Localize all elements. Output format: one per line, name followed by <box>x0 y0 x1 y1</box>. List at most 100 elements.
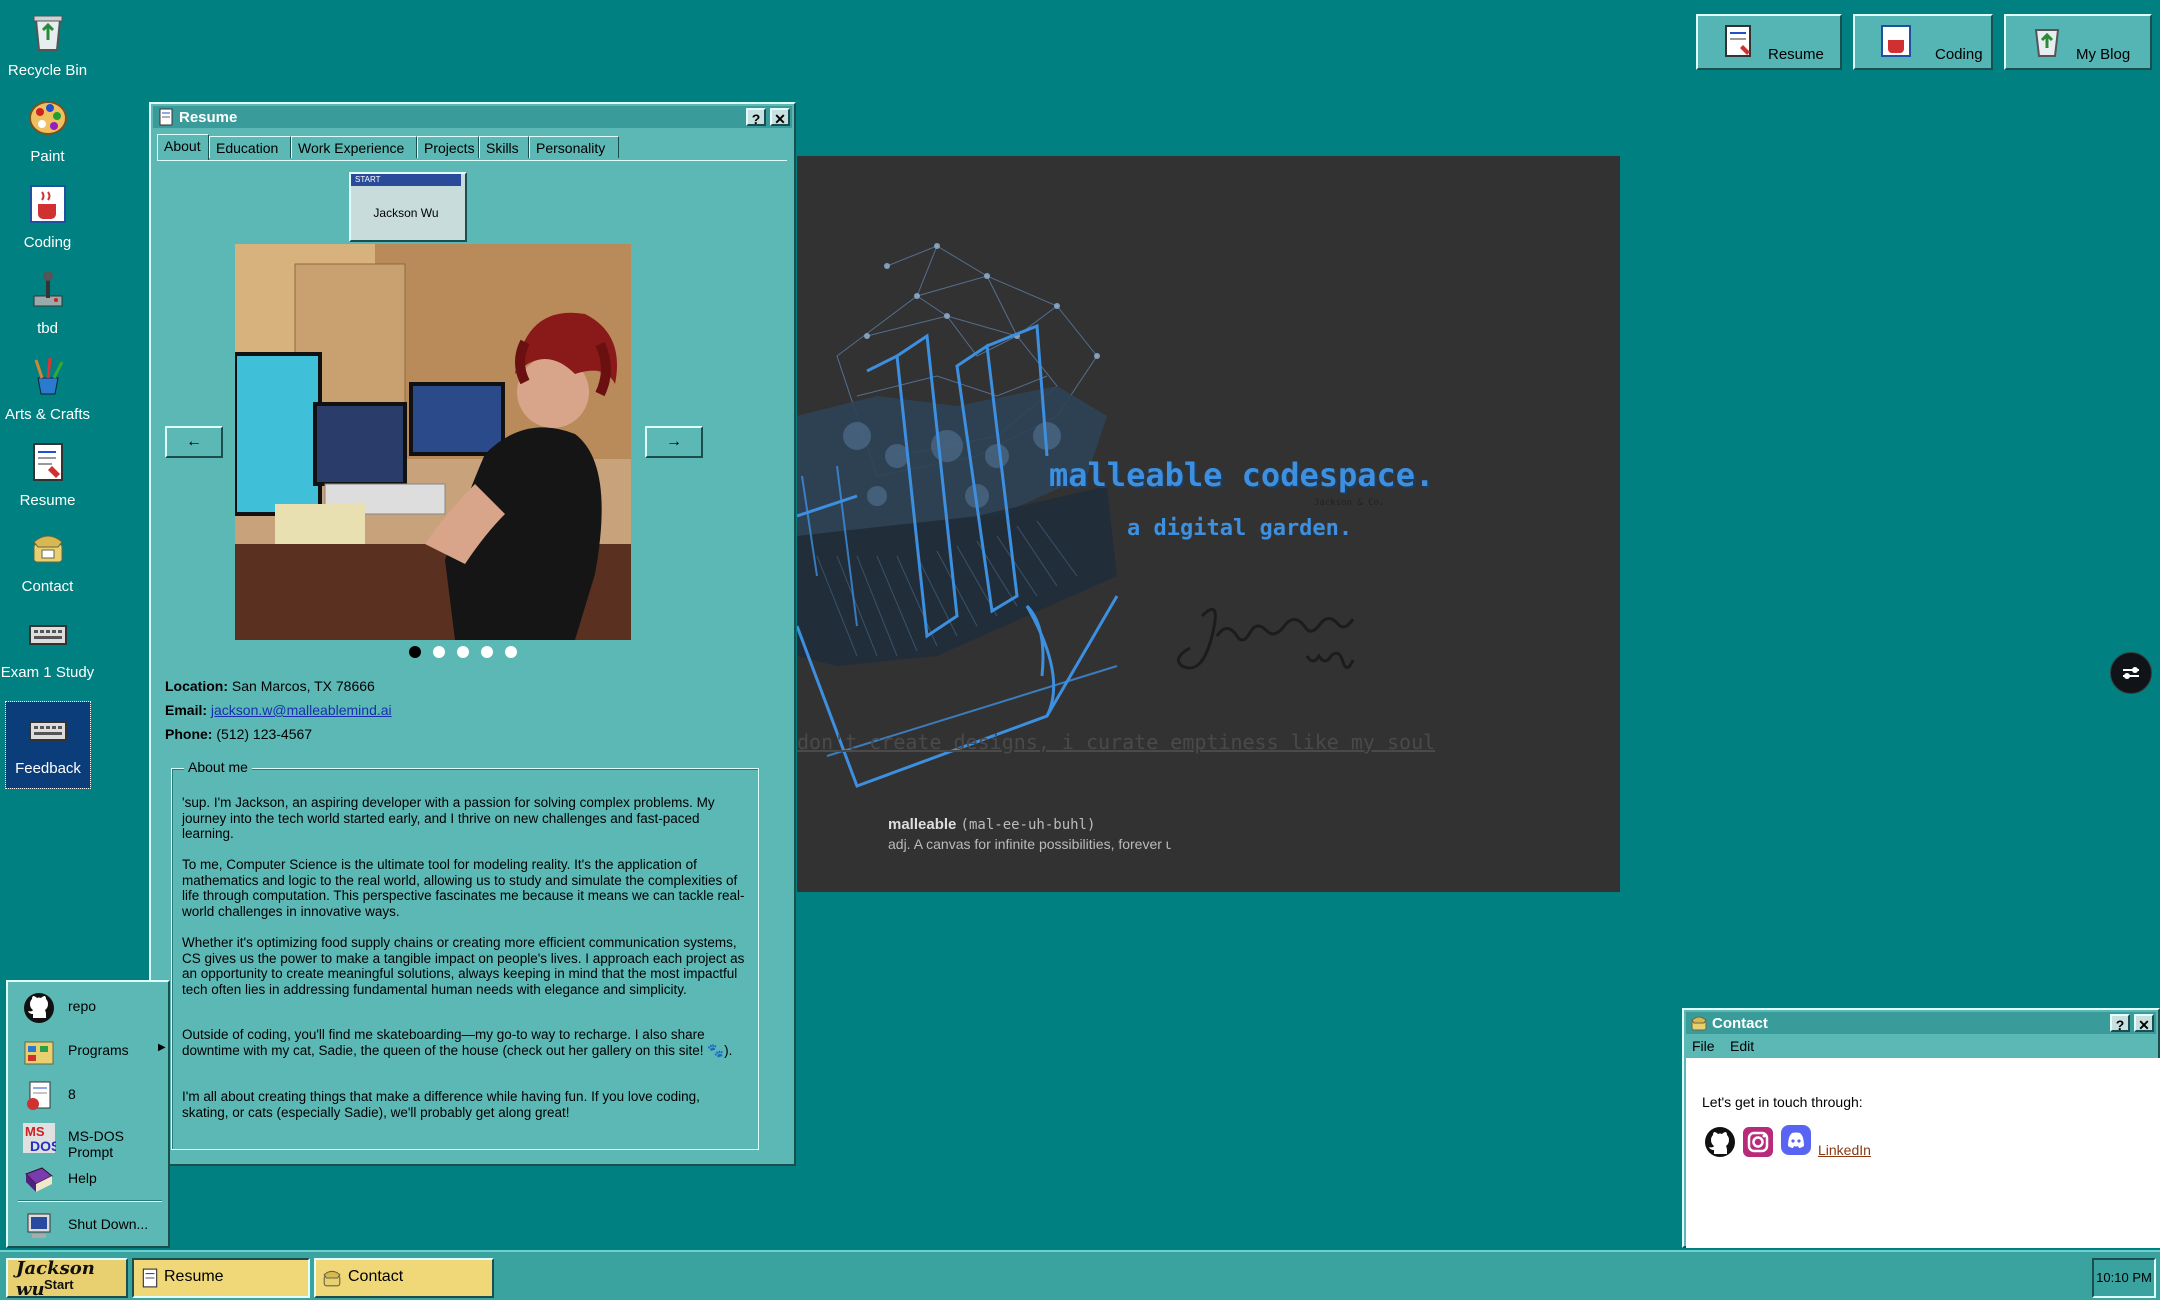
paint-palette-icon <box>28 101 67 135</box>
start-item-help[interactable]: Help <box>16 1158 166 1198</box>
resume-help-button[interactable]: ? <box>746 108 766 127</box>
start-item-label: Programs <box>68 1042 129 1058</box>
tab-about[interactable]: About <box>157 134 209 160</box>
carousel-dot-1[interactable] <box>409 646 421 658</box>
tab-projects[interactable]: Projects <box>417 136 479 158</box>
carousel-dot-4[interactable] <box>481 646 493 658</box>
profile-photo <box>235 244 631 640</box>
taskbar-contact-label: Contact <box>348 1268 404 1285</box>
desktop-icon-arts-crafts[interactable]: Arts & Crafts <box>0 348 95 428</box>
photo-prev-button[interactable]: ← <box>165 426 223 458</box>
location-row: Location: San Marcos, TX 78666 <box>165 678 375 694</box>
quick-launch-resume[interactable]: Resume <box>1696 14 1842 70</box>
submenu-arrow-icon: ▶ <box>158 1042 166 1053</box>
hero-tagline: don't create designs, i curate emptiness… <box>797 730 1436 754</box>
desktop-icon-coding[interactable]: Coding <box>0 176 95 256</box>
tab-skills[interactable]: Skills <box>479 136 529 158</box>
desktop-icon-paint[interactable]: Paint <box>0 90 95 170</box>
github-icon[interactable] <box>1704 1126 1736 1158</box>
svg-text:MS: MS <box>25 1124 45 1139</box>
name-card-titlebar: START <box>351 174 461 186</box>
hero-panel: malleable codespace. Jackson & Co. a dig… <box>797 156 1620 892</box>
start-item-msdos[interactable]: MS DOS MS-DOS Prompt <box>16 1116 166 1160</box>
carousel-dot-3[interactable] <box>457 646 469 658</box>
contact-titlebar[interactable]: Contact ? ✕ <box>1686 1012 2156 1034</box>
hero-word: malleable <box>888 816 957 833</box>
contact-body: Let's get in touch through: LinkedIn <box>1686 1058 2160 1248</box>
coding-cup-icon <box>1881 25 1911 57</box>
joystick-icon <box>33 271 62 307</box>
document-icon <box>142 1268 158 1288</box>
desktop-icon-exam-study[interactable]: Exam 1 Study <box>0 606 95 686</box>
about-me-fieldset: About me 'sup. I'm Jackson, an aspiring … <box>171 759 759 1150</box>
github-icon <box>24 993 54 1023</box>
desktop-icon-feedback[interactable]: Feedback <box>5 701 91 789</box>
hero-subtitle: a digital garden. <box>1127 516 1353 541</box>
floating-settings-button[interactable] <box>2110 652 2152 694</box>
start-menu-separator <box>18 1200 162 1202</box>
name-card: START Jackson Wu <box>349 172 467 242</box>
start-item-programs[interactable]: Programs ▶ <box>16 1030 166 1070</box>
keyboard-icon <box>29 721 67 741</box>
discord-icon[interactable] <box>1780 1124 1812 1156</box>
contact-menu-file[interactable]: File <box>1692 1038 1715 1054</box>
quick-launch-my-blog[interactable]: My Blog <box>2004 14 2152 70</box>
start-item-label: Shut Down... <box>68 1216 149 1232</box>
documents-icon <box>27 1081 51 1110</box>
taskbar-resume[interactable]: Resume <box>132 1258 310 1298</box>
tab-divider <box>157 160 787 161</box>
carousel-dot-2[interactable] <box>433 646 445 658</box>
carousel-dot-5[interactable] <box>505 646 517 658</box>
hero-definition-word: malleable (mal-ee-uh-buhl) <box>888 816 1095 833</box>
desktop-icon-contact[interactable]: Contact <box>0 520 95 600</box>
phone-icon <box>323 1270 341 1287</box>
sliders-icon <box>2123 667 2139 679</box>
hero-small-caption: Jackson & Co. <box>1314 498 1385 508</box>
programs-folder-icon <box>24 1041 54 1065</box>
hero-definition: adj. A canvas for infinite possibilities… <box>888 836 1171 852</box>
help-book-icon <box>25 1167 53 1192</box>
start-item-label: repo <box>68 998 97 1014</box>
phone-value: (512) 123-4567 <box>216 726 313 742</box>
photo-next-button[interactable]: → <box>645 426 703 458</box>
about-paragraph-2: To me, Computer Science is the ultimate … <box>182 857 745 919</box>
email-link[interactable]: jackson.w@malleablemind.ai <box>211 702 392 718</box>
linkedin-link[interactable]: LinkedIn <box>1818 1142 1871 1158</box>
instagram-icon[interactable] <box>1742 1126 1774 1158</box>
desktop-icon-resume[interactable]: Resume <box>0 434 95 514</box>
phone-icon <box>1691 1016 1707 1031</box>
recycle-bin-icon <box>2034 29 2060 57</box>
resume-titlebar[interactable]: Resume ? ✕ <box>153 106 792 128</box>
tab-personality[interactable]: Personality <box>529 136 619 158</box>
phone-icon <box>32 535 63 563</box>
taskbar-contact[interactable]: Contact <box>314 1258 494 1298</box>
start-button[interactable]: Jackson wu Start <box>6 1258 128 1300</box>
keyboard-icon <box>28 625 67 645</box>
resume-title: Resume <box>179 109 238 126</box>
quick-launch-coding[interactable]: Coding <box>1853 14 1993 70</box>
coding-cup-icon <box>29 185 66 223</box>
contact-intro: Let's get in touch through: <box>1702 1094 1863 1110</box>
desktop-icon-tbd[interactable]: tbd <box>0 262 95 342</box>
resume-close-button[interactable]: ✕ <box>770 108 790 127</box>
email-label: Email: <box>165 702 208 718</box>
start-item-repo[interactable]: repo <box>16 986 166 1026</box>
desktop-icon-recycle-bin[interactable]: Recycle Bin <box>0 4 95 84</box>
start-item-shutdown[interactable]: Shut Down... <box>16 1204 166 1244</box>
document-icon <box>159 108 173 126</box>
taskbar-clock: 10:10 PM <box>2092 1258 2156 1298</box>
location-value: San Marcos, TX 78666 <box>231 678 375 694</box>
tab-education[interactable]: Education <box>209 136 291 158</box>
start-item-label: 8 <box>68 1086 76 1102</box>
brushes-icon <box>34 357 63 395</box>
photo-illustration <box>235 244 631 640</box>
start-label: Start <box>44 1277 74 1292</box>
contact-help-button[interactable]: ? <box>2110 1014 2130 1033</box>
contact-menu-edit[interactable]: Edit <box>1730 1038 1754 1054</box>
contact-close-button[interactable]: ✕ <box>2134 1014 2154 1033</box>
start-item-8[interactable]: 8 <box>16 1074 166 1114</box>
tab-work-experience[interactable]: Work Experience <box>291 136 417 158</box>
document-icon <box>32 443 63 481</box>
svg-text:DOS: DOS <box>30 1138 56 1154</box>
start-item-label: MS-DOS Prompt <box>68 1128 124 1160</box>
